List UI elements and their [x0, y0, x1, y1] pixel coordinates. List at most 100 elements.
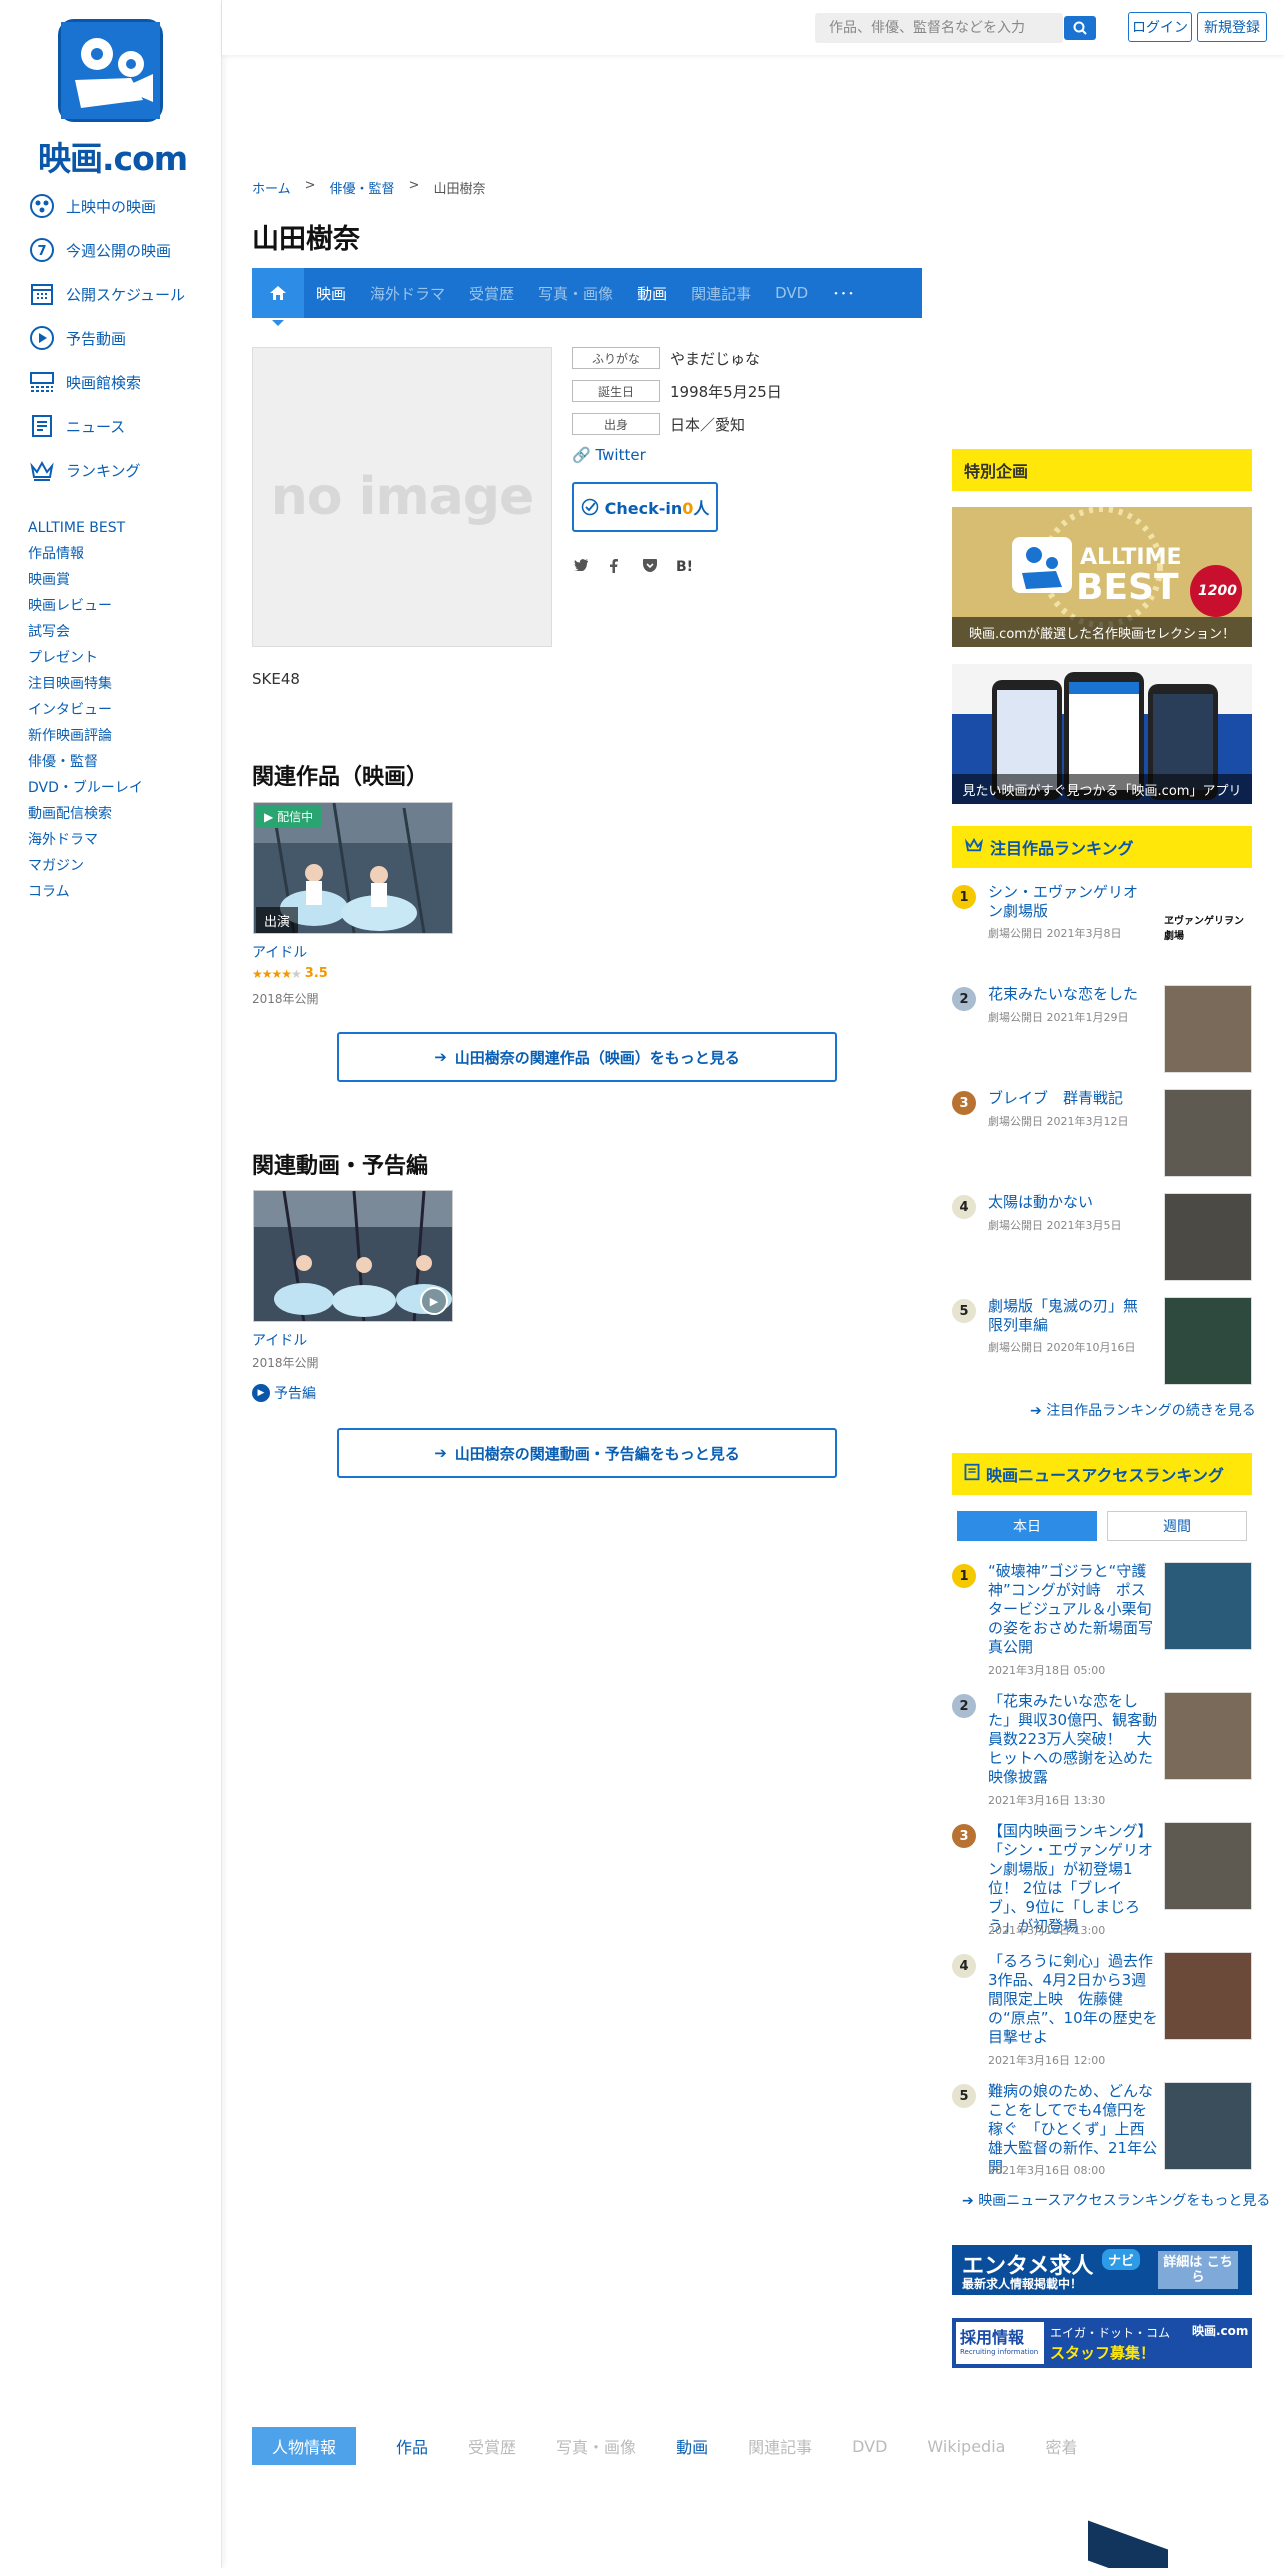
news-item[interactable]: 4 「るろうに剣心」過去作3作品、4月2日から3週間限定上映 佐藤健の“原点”、… — [952, 1952, 1252, 2080]
sub-nav-critiques[interactable]: 新作映画評論 — [28, 723, 143, 749]
tab-movies[interactable]: 映画 — [304, 268, 358, 318]
recruit-company: エイガ・ドット・コム — [1050, 2326, 1171, 2340]
bottom-tab-wikipedia[interactable]: Wikipedia — [927, 2437, 1005, 2456]
nav-this-week[interactable]: 7 今週公開の映画 — [28, 230, 171, 270]
breadcrumb-people[interactable]: 俳優・監督 — [330, 178, 395, 197]
related-videos-more-button[interactable]: ➔ 山田樹奈の関連動画・予告編をもっと見る — [337, 1428, 837, 1478]
news-tab-week[interactable]: 週間 — [1107, 1511, 1247, 1541]
nav-trailers[interactable]: 予告動画 — [28, 318, 126, 358]
video-play-icon[interactable]: ▶ — [420, 1287, 448, 1315]
nav-now-showing[interactable]: 上映中の映画 — [28, 186, 156, 226]
related-movie-thumbnail[interactable]: ▶ 配信中 出演 — [253, 802, 453, 934]
related-video-thumbnail[interactable]: ▶ — [253, 1190, 453, 1322]
bottom-tab-videos[interactable]: 動画 — [676, 2434, 708, 2458]
news-more-link[interactable]: ➔ 映画ニュースアクセスランキングをもっと見る — [962, 2190, 1270, 2210]
app-banner[interactable]: 見たい映画がすぐ見つかる「映画.com」アプリ — [952, 664, 1252, 804]
ranking-item[interactable]: 2 花束みたいな恋をした 劇場公開日 2021年1月29日 — [952, 985, 1252, 1081]
tab-more[interactable]: ･･･ — [820, 268, 867, 318]
bottom-tab-works[interactable]: 作品 — [396, 2434, 428, 2458]
tab-dvd[interactable]: DVD — [763, 268, 820, 318]
trailer-link[interactable]: ▶ 予告編 — [252, 1383, 316, 1403]
related-video-title[interactable]: アイドル — [252, 1330, 307, 1350]
news-icon — [964, 1463, 980, 1485]
sub-nav-screenings[interactable]: 試写会 — [28, 619, 143, 645]
tab-overseas-drama[interactable]: 海外ドラマ — [358, 268, 457, 318]
sub-nav-streaming[interactable]: 動画配信検索 — [28, 801, 143, 827]
login-button[interactable]: ログイン — [1128, 12, 1192, 42]
news-item[interactable]: 3 【国内映画ランキング】「シン・エヴァンゲリオン劇場版」が初登場1位！ 2位は… — [952, 1822, 1252, 1950]
ranking-item[interactable]: 3 ブレイブ 群青戦記 劇場公開日 2021年3月12日 — [952, 1089, 1252, 1185]
bottom-tab-awards[interactable]: 受賞歴 — [468, 2434, 516, 2458]
bottom-tab-dvd[interactable]: DVD — [852, 2437, 887, 2456]
news-date: 2021年3月18日 05:00 — [988, 1664, 1106, 1677]
bottom-tab-articles[interactable]: 関連記事 — [748, 2434, 812, 2458]
sub-nav-dvd[interactable]: DVD・ブルーレイ — [28, 775, 143, 801]
info-value: 1998年5月25日 — [670, 382, 782, 401]
bottom-tab-close-up[interactable]: 密着 — [1045, 2434, 1077, 2458]
register-button[interactable]: 新規登録 — [1197, 12, 1267, 42]
ranking-item[interactable]: 5 劇場版「鬼滅の刃」無限列車編 劇場公開日 2020年10月16日 — [952, 1297, 1252, 1393]
bottom-tab-photos[interactable]: 写真・画像 — [556, 2434, 636, 2458]
share-facebook-icon[interactable] — [610, 559, 618, 577]
entame-job-banner[interactable]: エンタメ求人 ナビ 最新求人情報掲載中！ 詳細は こちら — [952, 2245, 1252, 2295]
sub-nav-overseas-drama[interactable]: 海外ドラマ — [28, 827, 143, 853]
sub-nav-people[interactable]: 俳優・監督 — [28, 749, 143, 775]
share-twitter-icon[interactable] — [574, 559, 588, 575]
checkin-suffix: 人 — [693, 499, 710, 518]
related-movie-title[interactable]: アイドル — [252, 942, 307, 962]
related-movies-more-button[interactable]: ➔ 山田樹奈の関連作品（映画）をもっと見る — [337, 1032, 837, 1082]
tab-photos[interactable]: 写真・画像 — [526, 268, 625, 318]
sub-nav-reviews[interactable]: 映画レビュー — [28, 593, 143, 619]
twitter-link[interactable]: 🔗 Twitter — [572, 446, 646, 464]
news-icon — [28, 412, 56, 440]
page-top-button[interactable] — [1088, 2520, 1168, 2568]
share-pocket-icon[interactable] — [643, 559, 657, 576]
sub-nav-interviews[interactable]: インタビュー — [28, 697, 143, 723]
arrow-right-icon: ➔ — [1030, 1403, 1042, 1419]
sub-nav-presents[interactable]: プレゼント — [28, 645, 143, 671]
sub-nav-column[interactable]: コラム — [28, 879, 143, 905]
tab-awards[interactable]: 受賞歴 — [457, 268, 526, 318]
nav-theater-search[interactable]: 映画館検索 — [28, 362, 141, 402]
role-badge: 出演 — [256, 907, 299, 933]
checkin-button[interactable]: Check-in0人 — [572, 482, 718, 532]
alltime-best-banner[interactable]: ALLTIME BEST 1200 映画.comが厳選した名作映画セレクション！ — [952, 507, 1252, 647]
search-button[interactable] — [1064, 16, 1096, 40]
search-icon — [1073, 21, 1087, 35]
news-item[interactable]: 1 “破壊神”ゴジラと“守護神”コングが対峙 ポスタービジュアル＆小栗旬の姿をお… — [952, 1562, 1252, 1690]
tab-articles[interactable]: 関連記事 — [679, 268, 763, 318]
search-input[interactable]: 作品、俳優、監督名などを入力 — [815, 13, 1063, 43]
sub-nav-awards[interactable]: 映画賞 — [28, 567, 143, 593]
site-logo-text[interactable]: 映画.com — [38, 132, 188, 180]
info-birthplace: 出身 日本／愛知 — [572, 413, 745, 435]
sub-nav-alltime-best[interactable]: ALLTIME BEST — [28, 515, 143, 541]
person-tab-bar: 映画 海外ドラマ 受賞歴 写真・画像 動画 関連記事 DVD ･･･ — [252, 268, 922, 326]
more-label: 注目作品ランキングの続きを見る — [1046, 1403, 1256, 1419]
ranking-more-link[interactable]: ➔ 注目作品ランキングの続きを見る — [1030, 1400, 1256, 1420]
recruit-box: 採用情報 Recruiting information — [956, 2322, 1044, 2364]
sub-nav-movie-info[interactable]: 作品情報 — [28, 541, 143, 567]
ranking-heading-label: 注目作品ランキング — [990, 839, 1134, 858]
breadcrumb-home[interactable]: ホーム — [252, 178, 291, 197]
nav-label: ランキング — [66, 461, 141, 480]
site-logo-icon[interactable] — [58, 19, 163, 122]
recruit-banner[interactable]: 採用情報 Recruiting information エイガ・ドット・コム ス… — [952, 2318, 1252, 2368]
nav-ranking[interactable]: ランキング — [28, 450, 141, 490]
ranking-item[interactable]: 1 シン・エヴァンゲリオン劇場版 劇場公開日 2021年3月8日 ヱヴァンゲリヲ… — [952, 883, 1252, 979]
tab-videos[interactable]: 動画 — [625, 268, 679, 318]
tab-home[interactable] — [252, 268, 304, 326]
job-banner-detail-button[interactable]: 詳細は こちら — [1158, 2251, 1238, 2289]
ranking-item[interactable]: 4 太陽は動かない 劇場公開日 2021年3月5日 — [952, 1193, 1252, 1289]
nav-news[interactable]: ニュース — [28, 406, 125, 446]
sub-nav-magazine[interactable]: マガジン — [28, 853, 143, 879]
checkin-count: 0 — [682, 499, 694, 518]
sub-nav-features[interactable]: 注目映画特集 — [28, 671, 143, 697]
news-item[interactable]: 2 「花束みたいな恋をした」興収30億円、観客動員数223万人突破！ 大ヒットへ… — [952, 1692, 1252, 1820]
news-item[interactable]: 5 難病の娘のため、どんなことをしてでも4億円を稼ぐ 「ひとくず」上西雄大監督の… — [952, 2082, 1252, 2182]
share-hatena-icon[interactable]: B! — [676, 559, 693, 575]
nav-label: 上映中の映画 — [66, 197, 157, 216]
nav-schedule[interactable]: 公開スケジュール — [28, 274, 185, 314]
bottom-tab-profile[interactable]: 人物情報 — [252, 2427, 357, 2465]
news-tab-day[interactable]: 本日 — [957, 1511, 1097, 1541]
rank-date: 劇場公開日 2021年3月12日 — [988, 1115, 1129, 1128]
